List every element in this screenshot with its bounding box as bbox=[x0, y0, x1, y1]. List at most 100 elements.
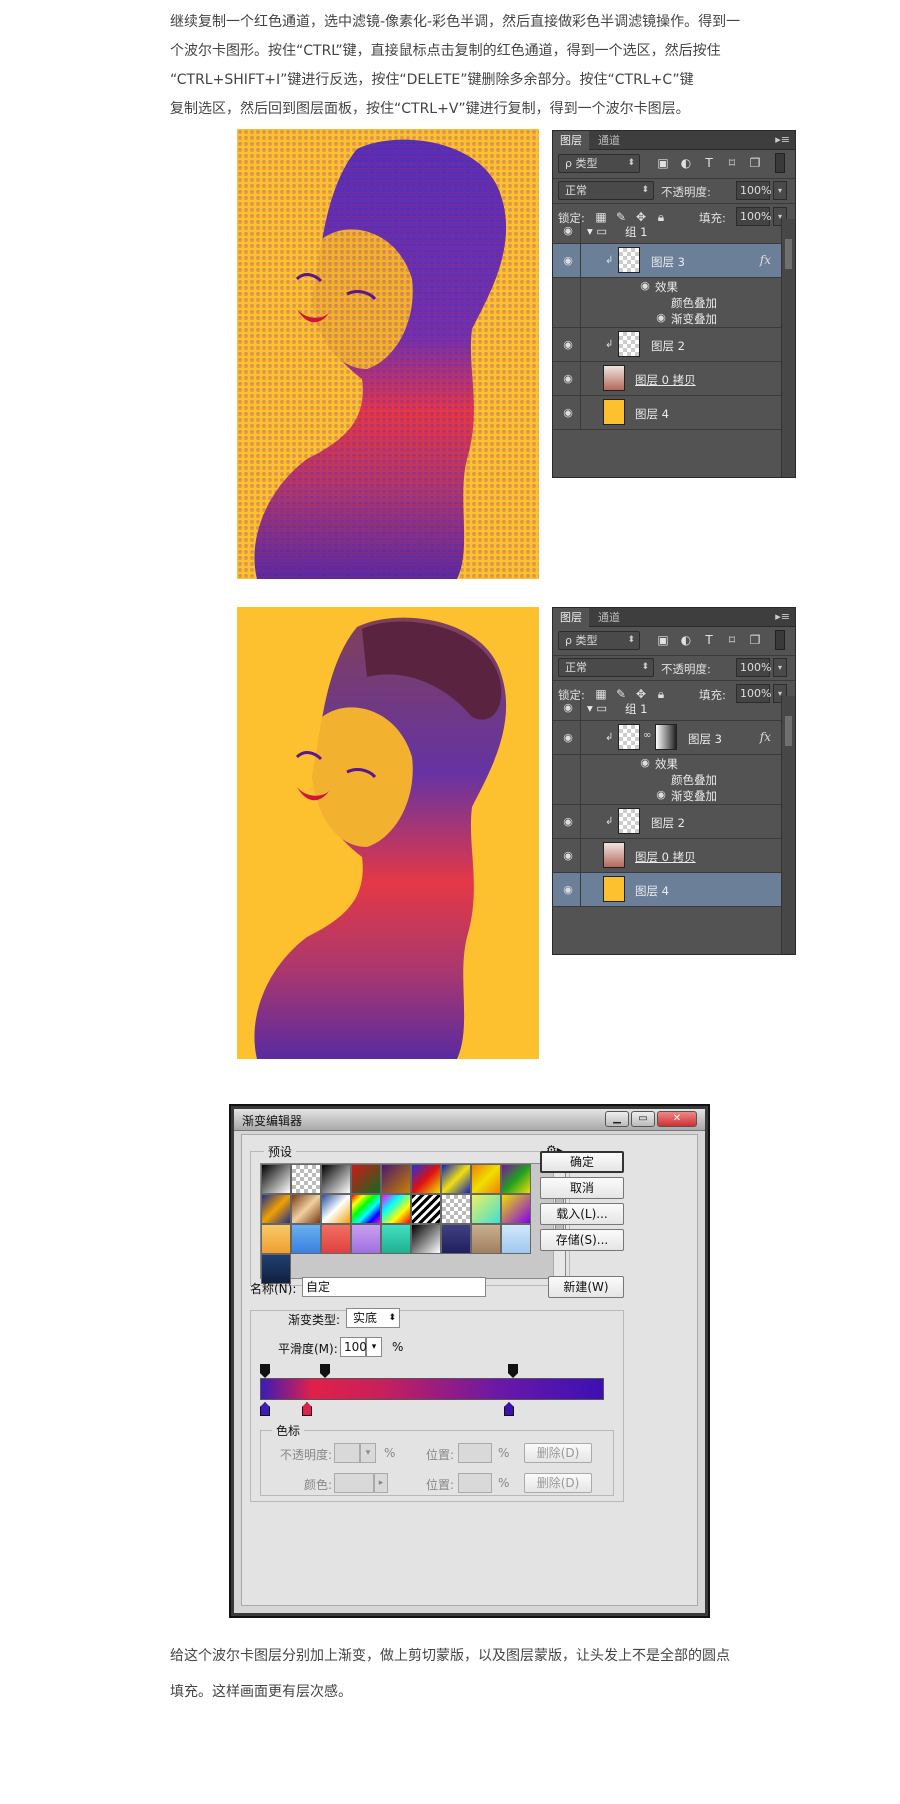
tab-channels[interactable]: 通道 bbox=[591, 131, 627, 150]
eye-icon[interactable]: ◉ bbox=[560, 849, 576, 862]
panel-menu-icon[interactable]: ▸≡ bbox=[775, 133, 790, 146]
preset-swatch[interactable] bbox=[291, 1164, 321, 1194]
layer-row-layer2[interactable]: ◉ ↲ 图层 2 bbox=[553, 328, 781, 362]
layers-scrollbar[interactable] bbox=[781, 219, 795, 477]
preset-swatch[interactable] bbox=[321, 1224, 351, 1254]
blend-mode-select[interactable]: 正常 ⬍ bbox=[558, 658, 654, 677]
type-filter-icon[interactable]: T bbox=[701, 632, 717, 648]
blend-mode-select[interactable]: 正常 ⬍ bbox=[558, 181, 654, 200]
preset-swatch[interactable] bbox=[381, 1194, 411, 1224]
filter-kind-select[interactable]: ρ 类型 ⬍ bbox=[558, 154, 640, 173]
preset-swatch[interactable] bbox=[261, 1164, 291, 1194]
preset-swatch[interactable] bbox=[411, 1194, 441, 1224]
stop-color-swatch[interactable] bbox=[334, 1473, 374, 1493]
fx-icon[interactable]: fx bbox=[760, 253, 771, 267]
preset-swatch[interactable] bbox=[261, 1194, 291, 1224]
effect-color-overlay[interactable]: 颜色叠加 bbox=[671, 772, 717, 788]
smart-object-filter-icon[interactable]: ❐ bbox=[747, 632, 763, 648]
eye-icon[interactable]: ◉ bbox=[560, 883, 576, 896]
eye-icon[interactable]: ◉ bbox=[560, 254, 576, 267]
preset-swatch[interactable] bbox=[411, 1164, 441, 1194]
eye-icon[interactable]: ◉ bbox=[560, 406, 576, 419]
layer-row-layer3[interactable]: ◉ ↲ ∞ 图层 3 fx bbox=[553, 721, 781, 755]
preset-swatch[interactable] bbox=[471, 1164, 501, 1194]
eye-icon[interactable]: ◉ bbox=[653, 788, 669, 801]
layer-row-layer4[interactable]: ◉ 图层 4 bbox=[553, 873, 781, 907]
layer-row-layer3[interactable]: ◉ ↲ 图层 3 fx bbox=[553, 244, 781, 278]
preset-swatch[interactable] bbox=[411, 1224, 441, 1254]
opacity-dropdown-icon[interactable]: ▾ bbox=[773, 181, 787, 200]
smart-object-filter-icon[interactable]: ❐ bbox=[747, 155, 763, 171]
minimize-icon[interactable]: ▁ bbox=[605, 1111, 629, 1127]
preset-swatch[interactable] bbox=[351, 1224, 381, 1254]
eye-icon[interactable]: ◉ bbox=[560, 372, 576, 385]
panel-menu-icon[interactable]: ▸≡ bbox=[775, 610, 790, 623]
adjustment-filter-icon[interactable]: ◐ bbox=[678, 632, 694, 648]
smoothness-dropdown-icon[interactable]: ▾ bbox=[366, 1337, 382, 1357]
new-button[interactable]: 新建(W) bbox=[548, 1276, 624, 1298]
stop-opacity-location-input[interactable] bbox=[458, 1443, 492, 1463]
stop-color-arrow-icon[interactable]: ▸ bbox=[374, 1473, 388, 1493]
preset-swatch[interactable] bbox=[291, 1224, 321, 1254]
shape-filter-icon[interactable]: ⌑ bbox=[724, 632, 740, 648]
filter-kind-select[interactable]: ρ 类型 ⬍ bbox=[558, 631, 640, 650]
layer-row-group[interactable]: ◉ ▾ ▭ 组 1 bbox=[553, 219, 781, 244]
stop-color-location-input[interactable] bbox=[458, 1473, 492, 1493]
preset-swatch[interactable] bbox=[441, 1194, 471, 1224]
preset-swatch[interactable] bbox=[501, 1164, 531, 1194]
eye-icon[interactable]: ◉ bbox=[560, 731, 576, 744]
eye-icon[interactable]: ◉ bbox=[560, 338, 576, 351]
adjustment-filter-icon[interactable]: ◐ bbox=[678, 155, 694, 171]
dialog-titlebar[interactable]: 渐变编辑器 ▁ ▭ ✕ bbox=[234, 1109, 705, 1131]
preset-swatch[interactable] bbox=[501, 1194, 531, 1224]
eye-icon[interactable]: ◉ bbox=[637, 279, 653, 292]
preset-swatch[interactable] bbox=[501, 1224, 531, 1254]
preset-swatch[interactable] bbox=[381, 1164, 411, 1194]
layer-row-layer2[interactable]: ◉ ↲ 图层 2 bbox=[553, 805, 781, 839]
tab-layers[interactable]: 图层 bbox=[553, 131, 589, 150]
preset-swatch[interactable] bbox=[321, 1164, 351, 1194]
preset-swatch[interactable] bbox=[291, 1194, 321, 1224]
eye-icon[interactable]: ◉ bbox=[637, 756, 653, 769]
opacity-dropdown-icon[interactable]: ▾ bbox=[773, 658, 787, 677]
preset-swatch[interactable] bbox=[321, 1194, 351, 1224]
eye-icon[interactable]: ◉ bbox=[560, 815, 576, 828]
delete-opacity-stop-button[interactable]: 删除(D) bbox=[524, 1443, 592, 1463]
smoothness-input[interactable]: 100 bbox=[340, 1337, 367, 1357]
effect-color-overlay[interactable]: 颜色叠加 bbox=[671, 295, 717, 311]
ok-button[interactable]: 确定 bbox=[540, 1151, 624, 1173]
layer-row-group[interactable]: ◉ ▾ ▭ 组 1 bbox=[553, 696, 781, 721]
preset-swatch[interactable] bbox=[441, 1164, 471, 1194]
preset-swatch[interactable] bbox=[471, 1194, 501, 1224]
stop-opacity-input[interactable] bbox=[334, 1443, 360, 1463]
preset-swatch[interactable] bbox=[471, 1224, 501, 1254]
gradient-type-select[interactable]: 实底 ⬍ bbox=[346, 1308, 400, 1328]
load-button[interactable]: 载入(L)... bbox=[540, 1203, 624, 1225]
eye-icon[interactable]: ◉ bbox=[560, 224, 576, 237]
preset-swatch[interactable] bbox=[441, 1224, 471, 1254]
effect-gradient-overlay[interactable]: 渐变叠加 bbox=[671, 788, 717, 804]
preset-swatch[interactable] bbox=[351, 1194, 381, 1224]
filter-toggle-icon[interactable] bbox=[775, 153, 785, 173]
opacity-input[interactable]: 100% bbox=[736, 658, 771, 677]
type-filter-icon[interactable]: T bbox=[701, 155, 717, 171]
eye-icon[interactable]: ◉ bbox=[560, 701, 576, 714]
layers-scrollbar[interactable] bbox=[781, 696, 795, 954]
image-filter-icon[interactable]: ▣ bbox=[655, 155, 671, 171]
name-input[interactable]: 自定 bbox=[302, 1277, 486, 1297]
eye-icon[interactable]: ◉ bbox=[653, 311, 669, 324]
effect-gradient-overlay[interactable]: 渐变叠加 bbox=[671, 311, 717, 327]
save-button[interactable]: 存储(S)... bbox=[540, 1229, 624, 1251]
filter-toggle-icon[interactable] bbox=[775, 630, 785, 650]
fx-icon[interactable]: fx bbox=[760, 730, 771, 744]
tab-channels[interactable]: 通道 bbox=[591, 608, 627, 627]
preset-swatch[interactable] bbox=[261, 1224, 291, 1254]
close-icon[interactable]: ✕ bbox=[657, 1111, 697, 1127]
gradient-preview-bar[interactable] bbox=[260, 1378, 604, 1400]
shape-filter-icon[interactable]: ⌑ bbox=[724, 155, 740, 171]
opacity-input[interactable]: 100% bbox=[736, 181, 771, 200]
preset-swatch[interactable] bbox=[381, 1224, 411, 1254]
tab-layers[interactable]: 图层 bbox=[553, 608, 589, 627]
layer-row-layer0-copy[interactable]: ◉ 图层 0 拷贝 bbox=[553, 839, 781, 873]
image-filter-icon[interactable]: ▣ bbox=[655, 632, 671, 648]
